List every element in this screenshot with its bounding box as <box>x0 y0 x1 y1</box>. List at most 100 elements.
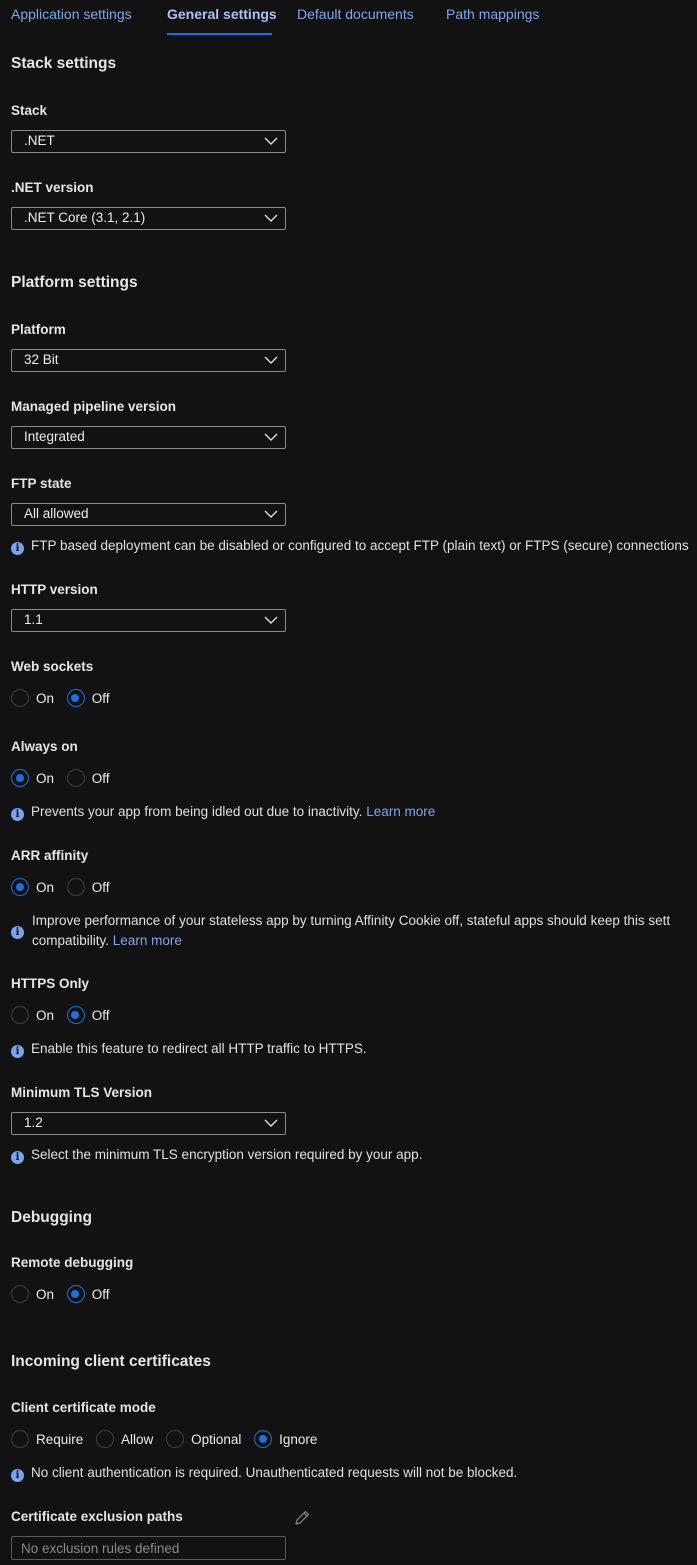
net-version-value: .NET Core (3.1, 2.1) <box>24 210 146 225</box>
arr-affinity-label: ARR affinity <box>11 848 89 863</box>
info-icon: i <box>11 542 24 555</box>
pencil-edit-icon[interactable] <box>293 1509 311 1527</box>
radio-circle-checked[interactable] <box>11 878 29 896</box>
platform-settings-heading: Platform settings <box>11 274 138 291</box>
stack-label: Stack <box>11 103 48 118</box>
ftp-state-value: All allowed <box>24 506 89 521</box>
client-cert-ignore-radio[interactable]: Ignore <box>254 1430 317 1448</box>
https-only-off-radio[interactable]: Off <box>66 1006 110 1024</box>
active-tab-indicator <box>167 33 272 35</box>
web-sockets-on-radio[interactable]: On <box>11 689 54 707</box>
web-sockets-off-radio[interactable]: Off <box>66 689 110 707</box>
radio-circle[interactable] <box>96 1430 115 1448</box>
chevron-down-icon <box>264 616 278 624</box>
arr-affinity-radio-group: On Off <box>11 878 119 898</box>
tab-path-mappings[interactable]: Path mappings <box>446 6 539 22</box>
always-on-radio-group: On Off <box>11 769 119 789</box>
radio-circle[interactable] <box>11 689 29 707</box>
radio-circle[interactable] <box>11 1006 29 1024</box>
exclusion-paths-input-wrap[interactable] <box>11 1536 286 1560</box>
info-icon: i <box>11 1045 24 1058</box>
net-version-select[interactable]: .NET Core (3.1, 2.1) <box>11 207 286 230</box>
client-cert-mode-radio-group: Require Allow Optional Ignore <box>11 1430 326 1450</box>
net-version-label: .NET version <box>11 180 94 195</box>
min-tls-label: Minimum TLS Version <box>11 1085 153 1100</box>
always-on-learn-more-link[interactable]: Learn more <box>366 804 435 819</box>
stack-value: .NET <box>24 133 55 148</box>
tab-default-documents[interactable]: Default documents <box>297 6 414 22</box>
arr-affinity-info-icon-wrap: i <box>11 922 31 939</box>
chevron-down-icon <box>264 433 278 441</box>
tab-general-settings[interactable]: General settings <box>167 6 277 22</box>
chevron-down-icon <box>264 214 278 222</box>
radio-circle-checked[interactable] <box>254 1430 273 1448</box>
pipeline-value: Integrated <box>24 429 85 444</box>
arr-affinity-off-radio[interactable]: Off <box>66 878 110 896</box>
min-tls-select[interactable]: 1.2 <box>11 1112 286 1135</box>
http-version-value: 1.1 <box>24 612 43 627</box>
info-icon: i <box>11 1469 24 1482</box>
always-on-info-text: Prevents your app from being idled out d… <box>31 804 363 819</box>
remote-debugging-on-radio[interactable]: On <box>11 1285 54 1303</box>
pipeline-label: Managed pipeline version <box>11 399 177 414</box>
client-cert-require-radio[interactable]: Require <box>11 1430 83 1448</box>
http-version-label: HTTP version <box>11 582 98 597</box>
https-only-radio-group: On Off <box>11 1006 119 1026</box>
ftp-state-select[interactable]: All allowed <box>11 503 286 526</box>
radio-circle-checked[interactable] <box>11 769 29 787</box>
client-cert-mode-label: Client certificate mode <box>11 1400 156 1415</box>
radio-circle-checked[interactable] <box>66 689 85 707</box>
chevron-down-icon <box>264 356 278 364</box>
info-icon: i <box>11 808 24 821</box>
radio-circle[interactable] <box>166 1430 185 1448</box>
stack-settings-heading: Stack settings <box>11 55 117 72</box>
always-on-on-radio[interactable]: On <box>11 769 54 787</box>
info-icon: i <box>11 1151 24 1164</box>
web-sockets-radio-group: On Off <box>11 689 119 709</box>
exclusion-paths-input[interactable] <box>12 1537 285 1559</box>
stack-select[interactable]: .NET <box>11 130 286 153</box>
always-on-off-radio[interactable]: Off <box>66 769 110 787</box>
remote-debugging-off-radio[interactable]: Off <box>66 1285 110 1303</box>
arr-affinity-learn-more-link[interactable]: Learn more <box>113 933 182 948</box>
chevron-down-icon <box>264 137 278 145</box>
ftp-info: i FTP based deployment can be disabled or… <box>11 538 689 555</box>
chevron-down-icon <box>264 1119 278 1127</box>
pipeline-select[interactable]: Integrated <box>11 426 286 449</box>
settings-tabs: Application settings General settings De… <box>0 0 697 36</box>
radio-circle-checked[interactable] <box>66 1285 85 1303</box>
info-icon: i <box>11 926 24 939</box>
chevron-down-icon <box>264 510 278 518</box>
exclusion-paths-label: Certificate exclusion paths <box>11 1509 183 1524</box>
remote-debugging-radio-group: On Off <box>11 1285 119 1305</box>
debugging-heading: Debugging <box>11 1209 92 1226</box>
https-only-label: HTTPS Only <box>11 976 90 991</box>
client-cert-info: i No client authentication is required. U… <box>11 1465 517 1482</box>
radio-circle[interactable] <box>66 878 85 896</box>
arr-affinity-on-radio[interactable]: On <box>11 878 54 896</box>
radio-circle-checked[interactable] <box>66 1006 85 1024</box>
client-certs-heading: Incoming client certificates <box>11 1353 211 1370</box>
min-tls-info: i Select the minimum TLS encryption versi… <box>11 1147 422 1164</box>
arr-affinity-info-line1: Improve performance of your stateless ap… <box>32 913 671 928</box>
ftp-info-text: FTP based deployment can be disabled or … <box>31 538 689 553</box>
arr-affinity-info-line2: compatibility. Learn more <box>32 933 182 948</box>
radio-circle[interactable] <box>66 769 85 787</box>
tab-application-settings[interactable]: Application settings <box>11 6 132 22</box>
min-tls-value: 1.2 <box>24 1115 43 1130</box>
ftp-state-label: FTP state <box>11 476 72 491</box>
always-on-info: i Prevents your app from being idled out … <box>11 804 435 821</box>
client-cert-allow-radio[interactable]: Allow <box>96 1430 153 1448</box>
radio-circle[interactable] <box>11 1285 29 1303</box>
http-version-select[interactable]: 1.1 <box>11 609 286 632</box>
remote-debugging-label: Remote debugging <box>11 1255 134 1270</box>
client-cert-optional-radio[interactable]: Optional <box>166 1430 241 1448</box>
radio-circle[interactable] <box>11 1430 29 1448</box>
always-on-label: Always on <box>11 739 78 754</box>
platform-value: 32 Bit <box>24 352 59 367</box>
https-only-info: i Enable this feature to redirect all HTT… <box>11 1041 367 1058</box>
https-only-on-radio[interactable]: On <box>11 1006 54 1024</box>
platform-label: Platform <box>11 322 66 337</box>
web-sockets-label: Web sockets <box>11 659 94 674</box>
platform-select[interactable]: 32 Bit <box>11 349 286 372</box>
